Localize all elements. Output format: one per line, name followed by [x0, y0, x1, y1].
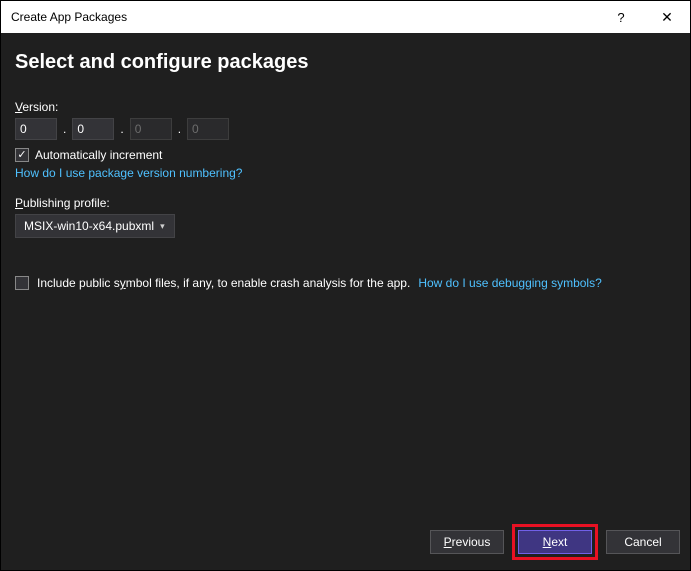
page-title: Select and configure packages: [1, 33, 690, 100]
version-minor-input[interactable]: [72, 118, 114, 140]
debugging-symbols-link[interactable]: How do I use debugging symbols?: [418, 276, 601, 290]
previous-button[interactable]: Previous: [430, 530, 504, 554]
version-build-input: [130, 118, 172, 140]
publishing-section: Publishing profile: MSIX-win10-x64.pubxm…: [15, 196, 676, 238]
symbol-files-label: Include public symbol files, if any, to …: [37, 276, 410, 290]
dot: .: [176, 122, 183, 136]
chevron-down-icon: ▾: [160, 221, 165, 232]
dot: .: [118, 122, 125, 136]
auto-increment-row: ✓ Automatically increment: [15, 148, 676, 162]
publishing-profile-dropdown[interactable]: MSIX-win10-x64.pubxml ▾: [15, 214, 175, 238]
symbol-files-checkbox[interactable]: ✓: [15, 276, 29, 290]
symbol-section: ✓ Include public symbol files, if any, t…: [15, 276, 676, 290]
publishing-label: Publishing profile:: [15, 196, 676, 210]
auto-increment-checkbox[interactable]: ✓: [15, 148, 29, 162]
form-area: Version: . . . ✓ Automatically increment…: [1, 100, 690, 518]
titlebar: Create App Packages ? ✕: [1, 1, 690, 33]
auto-increment-label: Automatically increment: [35, 148, 162, 162]
cancel-button[interactable]: Cancel: [606, 530, 680, 554]
dropdown-value: MSIX-win10-x64.pubxml: [24, 219, 154, 233]
window-title: Create App Packages: [11, 10, 598, 24]
next-button[interactable]: Next: [518, 530, 592, 554]
footer: Previous Next Cancel: [1, 518, 690, 570]
version-row: . . .: [15, 118, 676, 140]
help-button[interactable]: ?: [598, 1, 644, 33]
dot: .: [61, 122, 68, 136]
close-button[interactable]: ✕: [644, 1, 690, 33]
content-area: Select and configure packages Version: .…: [1, 33, 690, 570]
version-numbering-link[interactable]: How do I use package version numbering?: [15, 166, 242, 180]
version-major-input[interactable]: [15, 118, 57, 140]
version-revision-input: [187, 118, 229, 140]
next-highlight: Next: [512, 524, 598, 560]
version-label: Version:: [15, 100, 676, 114]
